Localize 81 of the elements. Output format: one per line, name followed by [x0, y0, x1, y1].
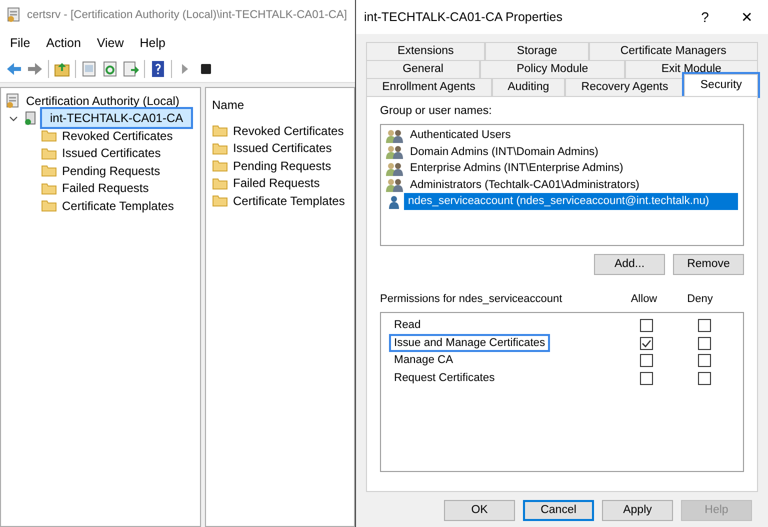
checkbox[interactable] [640, 319, 652, 332]
permission-name: Manage CA [393, 353, 454, 368]
folder-icon [41, 199, 57, 212]
user-item[interactable]: Enterprise Admins (INT\Enterprise Admins) [406, 160, 628, 177]
user-item[interactable]: Domain Admins (INT\Domain Admins) [406, 144, 602, 160]
tree-item[interactable]: Pending Requests [62, 162, 160, 180]
menu-item[interactable]: View [96, 34, 124, 53]
checkbox[interactable] [640, 354, 652, 367]
tab[interactable]: General [366, 60, 480, 78]
column-header[interactable]: Name [212, 96, 348, 114]
folder-icon [212, 142, 228, 154]
tab[interactable]: Storage [485, 42, 589, 60]
menu-item[interactable]: File [10, 34, 30, 53]
folder-icon [212, 159, 228, 172]
checkbox[interactable] [640, 336, 652, 350]
tree-item[interactable]: Certificate Templates [62, 196, 174, 214]
users-icon [386, 128, 404, 142]
users-icon [386, 178, 404, 192]
users-icon [386, 145, 404, 159]
list-item[interactable]: Certificate Templates [233, 192, 345, 210]
user-item[interactable]: ndes_serviceaccount (ndes_serviceaccount@int.techtalk.nu) [404, 193, 738, 210]
folder-icon [41, 129, 57, 142]
close-button[interactable]: ✕ [726, 6, 768, 28]
console-icon[interactable] [81, 61, 97, 78]
back-arrow-icon[interactable] [6, 61, 22, 78]
list-item[interactable]: Issued Certificates [233, 139, 332, 157]
window-title: certsrv - [Certification Authority (Local)\int-TECHTALK-CA01-CA] [27, 8, 347, 23]
folder-icon [212, 176, 228, 190]
menu-item[interactable]: Action [46, 34, 81, 53]
server-icon [5, 92, 21, 108]
user-item[interactable]: Authenticated Users [406, 127, 515, 144]
permission-name: Issue and Manage Certificates [391, 336, 548, 350]
folder-icon [41, 182, 57, 194]
folder-icon [41, 146, 57, 160]
refresh-icon[interactable] [102, 61, 118, 78]
folder-icon [41, 164, 57, 177]
list-item[interactable]: Pending Requests [233, 156, 332, 174]
column-header: Deny [686, 292, 714, 308]
tree-item[interactable]: Issued Certificates [62, 144, 161, 162]
help-button[interactable]: ? [684, 6, 726, 28]
button[interactable]: Cancel [523, 500, 594, 521]
user-icon [386, 194, 402, 208]
button[interactable]: Apply [602, 500, 673, 521]
list-item[interactable]: Revoked Certificates [233, 122, 344, 140]
column-header: Allow [630, 292, 658, 308]
field-label: Permissions for ndes_serviceaccount [380, 292, 564, 308]
checkbox[interactable] [698, 336, 710, 350]
server-check-icon [23, 111, 37, 125]
tab[interactable]: Auditing [492, 78, 566, 96]
button[interactable]: OK [444, 500, 515, 521]
menu-item[interactable]: Help [140, 34, 166, 53]
app-icon [6, 7, 22, 23]
user-item[interactable]: Administrators (Techtalk-CA01\Administrators) [406, 176, 644, 194]
button[interactable]: Add... [594, 254, 665, 276]
help-icon[interactable] [150, 61, 166, 78]
tree-item[interactable]: int-TECHTALK-CA01-CA [42, 109, 192, 127]
folder-icon [212, 194, 228, 207]
checkbox[interactable] [640, 372, 652, 384]
folder-icon [212, 124, 228, 137]
field-label: Group or user names: [380, 104, 493, 119]
permission-name: Read [393, 318, 422, 332]
tab[interactable]: Policy Module [480, 60, 625, 78]
list-item[interactable]: Failed Requests [233, 174, 320, 192]
tab[interactable]: Extensions [366, 42, 486, 60]
checkbox[interactable] [698, 372, 710, 384]
forward-arrow-icon[interactable] [27, 61, 43, 78]
tree-item[interactable]: Failed Requests [62, 179, 149, 197]
checkbox[interactable] [698, 354, 710, 367]
tab[interactable]: Security [684, 74, 758, 96]
button[interactable]: Remove [673, 254, 744, 276]
dialog-title: int-TECHTALK-CA01-CA Properties [364, 8, 562, 26]
checkbox[interactable] [698, 319, 710, 332]
tab[interactable]: Certificate Managers [588, 42, 758, 60]
users-icon [386, 162, 404, 176]
export-list-icon[interactable] [123, 61, 139, 78]
tab[interactable]: Recovery Agents [565, 78, 684, 96]
tab[interactable]: Enrollment Agents [366, 78, 492, 96]
tree-item[interactable]: Revoked Certificates [62, 126, 173, 144]
folder-up-icon[interactable] [54, 61, 70, 78]
tree-item[interactable]: Certification Authority (Local) [26, 92, 180, 110]
permission-name: Request Certificates [393, 370, 496, 385]
